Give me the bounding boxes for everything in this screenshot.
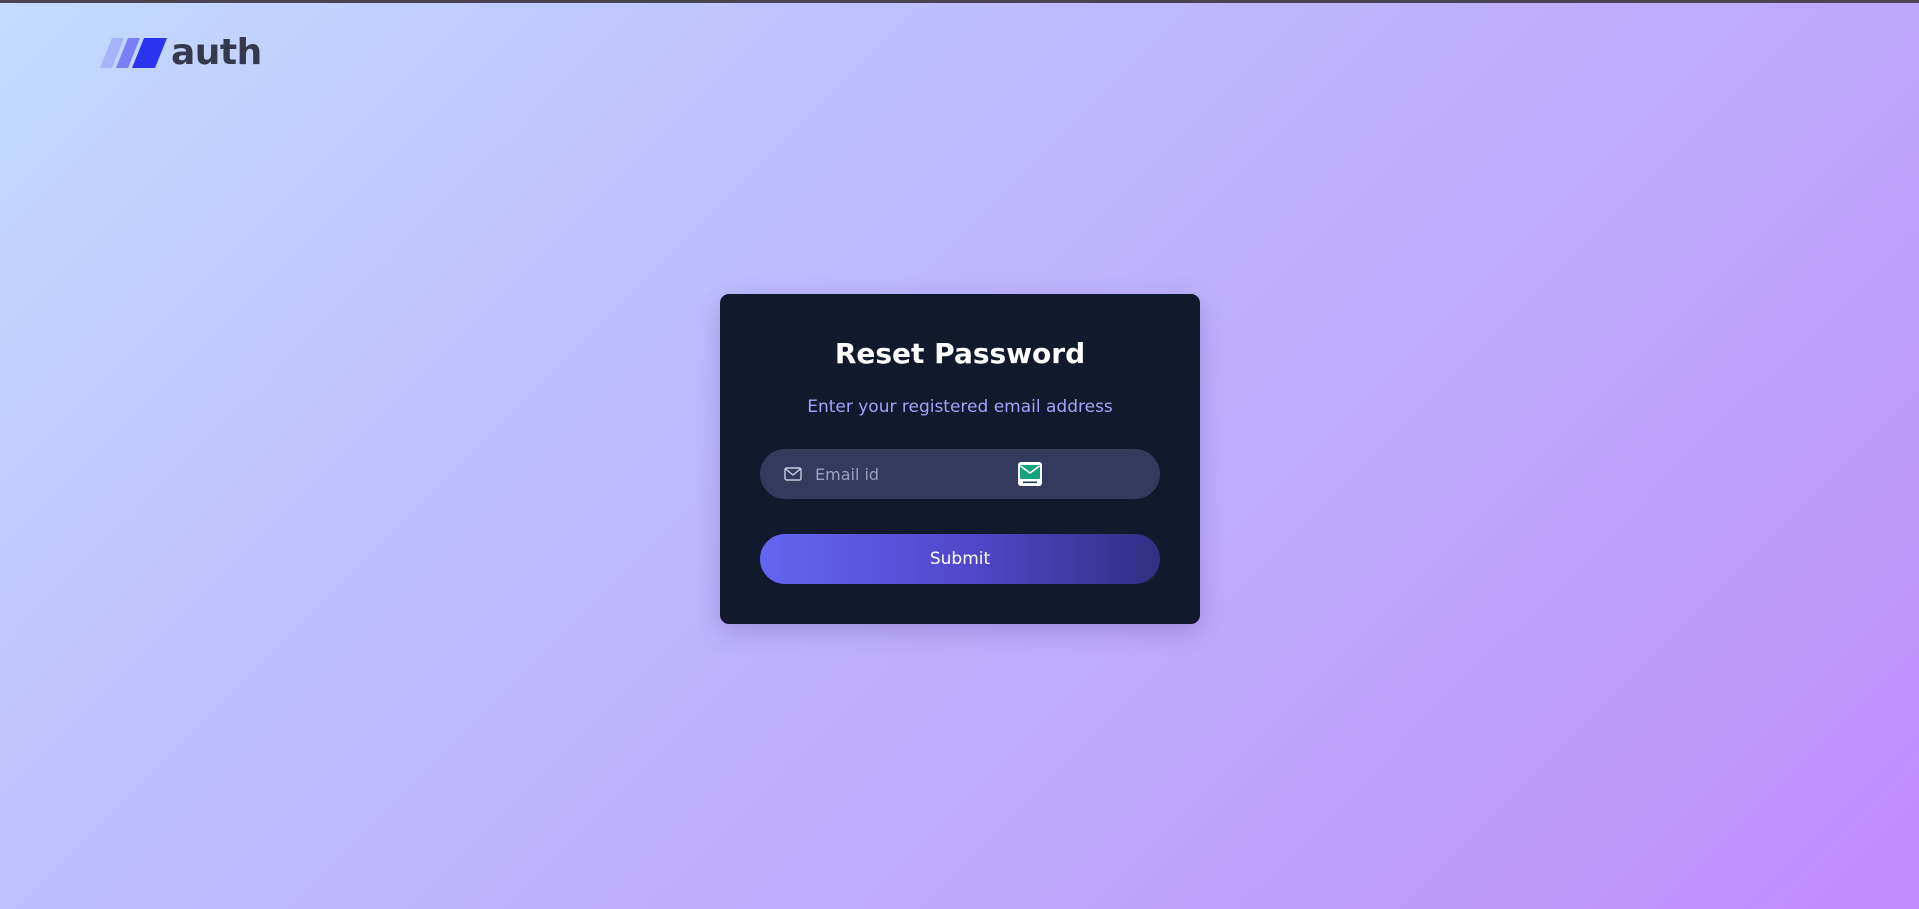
mail-icon (784, 467, 802, 481)
submit-button[interactable]: Submit (760, 534, 1160, 584)
logo-text: auth (171, 32, 262, 73)
email-input[interactable] (815, 459, 1015, 489)
email-field-container[interactable] (760, 449, 1160, 499)
tempmail-extension-icon[interactable] (1018, 462, 1042, 486)
card-subtitle: Enter your registered email address (807, 397, 1113, 417)
auth-logo[interactable]: auth (100, 34, 262, 72)
card-title: Reset Password (834, 337, 1086, 370)
top-strip (0, 0, 1919, 3)
reset-password-card: Reset Password Enter your registered ema… (720, 294, 1200, 624)
logo-mark-icon (100, 38, 167, 68)
